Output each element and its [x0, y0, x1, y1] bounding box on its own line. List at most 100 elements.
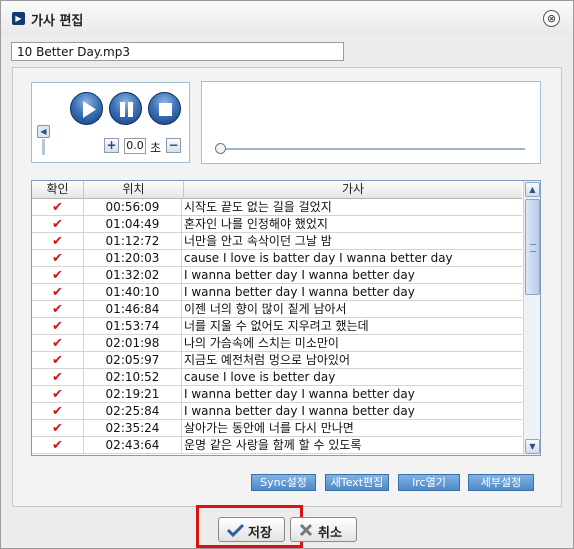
- row-check-cell[interactable]: ✔: [32, 216, 84, 233]
- scroll-thumb[interactable]: [525, 199, 540, 295]
- row-time-cell[interactable]: 02:35:24: [84, 420, 182, 437]
- detail-settings-button[interactable]: 세부설정: [468, 474, 534, 491]
- offset-plus-button[interactable]: +: [104, 138, 119, 153]
- row-time-cell[interactable]: 01:53:74: [84, 318, 182, 335]
- table-row[interactable]: ✔ 02:43:64 운명 같은 사랑을 함께 할 수 있도록: [32, 437, 522, 454]
- cancel-x-icon: [299, 523, 313, 537]
- table-header: 확인 위치 가사: [32, 181, 522, 199]
- header-position[interactable]: 위치: [84, 181, 184, 199]
- row-check-cell[interactable]: ✔: [32, 369, 84, 386]
- row-lyric-cell[interactable]: I wanna better day I wanna better day: [184, 284, 522, 301]
- row-time-cell[interactable]: 01:20:03: [84, 250, 182, 267]
- row-check-cell[interactable]: ✔: [32, 318, 84, 335]
- table-row[interactable]: ✔ 00:56:09 시작도 끝도 없는 길을 걸었지: [32, 199, 522, 216]
- row-check-cell[interactable]: ✔: [32, 233, 84, 250]
- row-time-cell[interactable]: 01:04:49: [84, 216, 182, 233]
- row-lyric-cell[interactable]: cause I love is batter day I wanna bette…: [184, 250, 522, 267]
- scroll-grip-icon: [530, 244, 536, 252]
- row-lyric-cell[interactable]: 혼자인 나를 인정해야 했었지: [184, 216, 522, 233]
- pause-button[interactable]: [109, 92, 142, 125]
- table-row[interactable]: ✔ 01:53:74 너를 지울 수 없어도 지우려고 했는데: [32, 318, 522, 335]
- checkmark-icon: ✔: [52, 387, 63, 402]
- scroll-down-arrow-icon[interactable]: ▼: [525, 439, 540, 454]
- table-row[interactable]: ✔ 01:04:49 혼자인 나를 인정해야 했었지: [32, 216, 522, 233]
- seek-handle[interactable]: [215, 143, 226, 154]
- checkmark-icon: ✔: [52, 319, 63, 334]
- cancel-label: 취소: [318, 526, 342, 541]
- table-row[interactable]: ✔ 01:20:03 cause I love is batter day I wa…: [32, 250, 522, 267]
- row-check-cell[interactable]: ✔: [32, 301, 84, 318]
- row-time-cell[interactable]: 02:01:98: [84, 335, 182, 352]
- row-time-cell[interactable]: 02:25:84: [84, 403, 182, 420]
- row-time-cell[interactable]: 01:46:84: [84, 301, 182, 318]
- row-lyric-cell[interactable]: 너를 지울 수 없어도 지우려고 했는데: [184, 318, 522, 335]
- checkmark-icon: ✔: [52, 200, 63, 215]
- row-lyric-cell[interactable]: I wanna better day I wanna better day: [184, 403, 522, 420]
- table-row[interactable]: ✔ 02:10:52 cause I love is better day: [32, 369, 522, 386]
- seek-bar[interactable]: [218, 148, 525, 150]
- table-row[interactable]: ✔ 02:05:97 지금도 예전처럼 멍으로 남아있어: [32, 352, 522, 369]
- row-lyric-cell[interactable]: I wanna better day I wanna better day: [184, 267, 522, 284]
- checkmark-icon: ✔: [52, 268, 63, 283]
- play-button[interactable]: [70, 92, 103, 125]
- row-time-cell[interactable]: 01:12:72: [84, 233, 182, 250]
- row-check-cell[interactable]: ✔: [32, 335, 84, 352]
- table-row[interactable]: ✔ 02:35:24 살아가는 동안에 너를 다시 만나면: [32, 420, 522, 437]
- stop-button[interactable]: [148, 92, 181, 125]
- new-text-edit-button[interactable]: 새Text편집: [325, 474, 389, 491]
- row-check-cell[interactable]: ✔: [32, 403, 84, 420]
- row-time-cell[interactable]: 02:05:97: [84, 352, 182, 369]
- save-label: 저장: [248, 526, 272, 541]
- row-check-cell[interactable]: ✔: [32, 420, 84, 437]
- offset-input[interactable]: 0.0: [124, 138, 146, 154]
- sync-settings-button[interactable]: Sync설정: [251, 474, 316, 491]
- row-time-cell[interactable]: 02:10:52: [84, 369, 182, 386]
- row-lyric-cell[interactable]: 살아가는 동안에 너를 다시 만나면: [184, 420, 522, 437]
- header-lyrics[interactable]: 가사: [184, 181, 522, 199]
- checkmark-icon: ✔: [52, 404, 63, 419]
- volume-slider[interactable]: [42, 139, 45, 155]
- row-lyric-cell[interactable]: 이젠 너의 향이 많이 짙게 남아서: [184, 301, 522, 318]
- save-button[interactable]: 저장: [218, 517, 285, 542]
- row-check-cell[interactable]: ✔: [32, 267, 84, 284]
- row-time-cell[interactable]: 00:56:09: [84, 199, 182, 216]
- track-info-panel: [201, 81, 541, 164]
- table-body: ✔ 00:56:09 시작도 끝도 없는 길을 걸었지 ✔ 01:04:49 혼자인 나를…: [32, 199, 522, 454]
- cancel-button[interactable]: 취소: [290, 517, 357, 542]
- row-lyric-cell[interactable]: 지금도 예전처럼 멍으로 남아있어: [184, 352, 522, 369]
- row-time-cell[interactable]: 02:19:21: [84, 386, 182, 403]
- lrc-open-button[interactable]: lrc열기: [398, 474, 460, 491]
- row-check-cell[interactable]: ✔: [32, 386, 84, 403]
- checkmark-icon: ✔: [52, 217, 63, 232]
- row-time-cell[interactable]: 01:32:02: [84, 267, 182, 284]
- row-time-cell[interactable]: 02:43:64: [84, 437, 182, 454]
- offset-minus-button[interactable]: −: [166, 138, 181, 153]
- row-lyric-cell[interactable]: 운명 같은 사랑을 함께 할 수 있도록: [184, 437, 522, 454]
- table-row[interactable]: ✔ 02:25:84 I wanna better day I wanna bett…: [32, 403, 522, 420]
- row-lyric-cell[interactable]: cause I love is better day: [184, 369, 522, 386]
- table-row[interactable]: ✔ 02:01:98 나의 가슴속에 스치는 미소만이: [32, 335, 522, 352]
- table-row[interactable]: ✔ 01:32:02 I wanna better day I wanna bett…: [32, 267, 522, 284]
- scroll-up-arrow-icon[interactable]: ▲: [525, 182, 540, 197]
- row-lyric-cell[interactable]: 나의 가슴속에 스치는 미소만이: [184, 335, 522, 352]
- row-check-cell[interactable]: ✔: [32, 352, 84, 369]
- filename-field[interactable]: 10 Better Day.mp3: [11, 42, 344, 61]
- check-icon: [226, 523, 245, 538]
- row-time-cell[interactable]: 01:40:10: [84, 284, 182, 301]
- table-row[interactable]: ✔ 01:46:84 이젠 너의 향이 많이 짙게 남아서: [32, 301, 522, 318]
- row-lyric-cell[interactable]: 시작도 끝도 없는 길을 걸었지: [184, 199, 522, 216]
- row-check-cell[interactable]: ✔: [32, 437, 84, 454]
- row-lyric-cell[interactable]: 너만을 안고 속삭이던 그날 밤: [184, 233, 522, 250]
- row-check-cell[interactable]: ✔: [32, 199, 84, 216]
- row-lyric-cell[interactable]: I wanna better day I wanna better day: [184, 386, 522, 403]
- header-confirm[interactable]: 확인: [32, 181, 84, 199]
- volume-icon[interactable]: ◀: [37, 125, 50, 138]
- close-button[interactable]: ⊗: [543, 10, 560, 27]
- table-row[interactable]: ✔ 01:40:10 I wanna better day I wanna bett…: [32, 284, 522, 301]
- row-check-cell[interactable]: ✔: [32, 250, 84, 267]
- table-row[interactable]: ✔ 01:12:72 너만을 안고 속삭이던 그날 밤: [32, 233, 522, 250]
- play-icon: [83, 101, 96, 118]
- row-check-cell[interactable]: ✔: [32, 284, 84, 301]
- table-row[interactable]: ✔ 02:19:21 I wanna better day I wanna bett…: [32, 386, 522, 403]
- vertical-scrollbar[interactable]: ▲ ▼: [523, 181, 540, 455]
